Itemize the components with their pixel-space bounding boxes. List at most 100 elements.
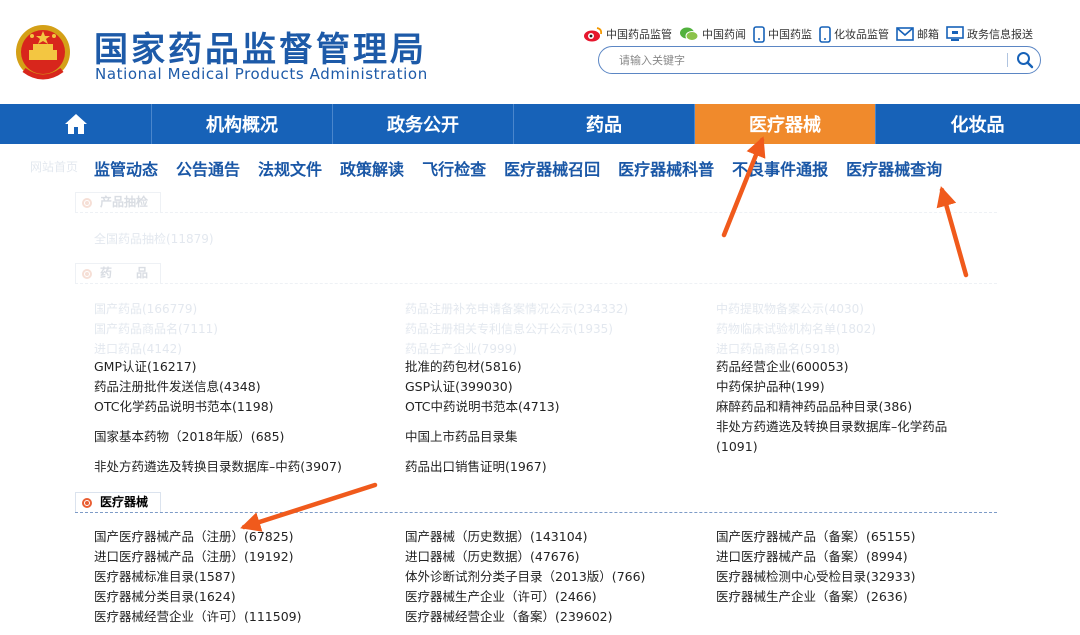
arrow-annotation-icon	[721, 136, 766, 238]
device-link[interactable]: 进口器械（历史数据）(47676)	[405, 547, 580, 567]
nav-home[interactable]	[0, 104, 152, 144]
device-link[interactable]: 医疗器械分类目录(1624)	[94, 587, 236, 607]
top-link-label: 邮箱	[917, 28, 939, 41]
sub-nav: 监管动态 公告通告 法规文件 政策解读 飞行检查 医疗器械召回 医疗器械科普 不…	[94, 156, 960, 180]
breadcrumb[interactable]: 网站首页	[30, 158, 78, 175]
drug-link[interactable]: 中国上市药品目录集	[405, 427, 518, 447]
subnav-adverse-events[interactable]: 不良事件通报	[732, 156, 828, 180]
subnav-device-query[interactable]: 医疗器械查询	[846, 156, 942, 180]
drug-link[interactable]: 中药提取物备案公示(4030)	[716, 300, 864, 317]
drug-link[interactable]: 进口药品(4142)	[94, 340, 182, 357]
device-link[interactable]: 医疗器械生产企业（备案）(2636)	[716, 587, 908, 607]
site-title: 国家药品监督管理局	[94, 30, 427, 70]
site-header: 国家药品监督管理局 National Medical Products Admi…	[0, 0, 1080, 104]
main-nav: 机构概况 政务公开 药品 医疗器械 化妆品	[0, 104, 1080, 144]
drug-link[interactable]: 国产药品商品名(7111)	[94, 320, 218, 337]
device-link[interactable]: 医疗器械标准目录(1587)	[94, 567, 236, 587]
drug-link[interactable]: 国家基本药物（2018年版）(685)	[94, 427, 284, 447]
drug-link[interactable]: GMP认证(16217)	[94, 357, 197, 377]
subnav-announcements[interactable]: 公告通告	[176, 156, 240, 180]
section-sampling-header: 产品抽检	[75, 192, 997, 214]
top-link-label: 中国药闻	[702, 28, 746, 41]
bullet-icon	[82, 498, 92, 508]
section-tab: 产品抽检	[75, 192, 162, 212]
device-link[interactable]: 国产医疗器械产品（注册）(67825)	[94, 527, 294, 547]
section-drugs-header: 药 品	[75, 263, 997, 285]
device-link[interactable]: 体外诊断试剂分类子目录（2013版）(766)	[405, 567, 645, 587]
device-link[interactable]: 医疗器械生产企业（许可）(2466)	[405, 587, 597, 607]
subnav-policy-interpretation[interactable]: 政策解读	[340, 156, 404, 180]
bullet-icon	[82, 269, 92, 279]
drug-link[interactable]: 药品经营企业(600053)	[716, 357, 848, 377]
search-input[interactable]	[619, 51, 999, 69]
nav-institution[interactable]: 机构概况	[152, 104, 333, 144]
top-link-label: 中国药品监管	[606, 28, 672, 41]
top-link-mobile-cosmetics[interactable]: 化妆品监管	[819, 25, 889, 43]
device-link[interactable]: 医疗器械经营企业（备案）(239602)	[405, 607, 612, 627]
device-link[interactable]: 医疗器械经营企业（许可）(111509)	[94, 607, 301, 627]
top-link-mobile-nmpa[interactable]: 中国药监	[753, 25, 812, 43]
section-divider	[75, 283, 997, 284]
top-link-weibo[interactable]: 中国药品监管	[583, 26, 672, 42]
drug-link[interactable]: 药品出口销售证明(1967)	[405, 457, 547, 477]
device-link[interactable]: 医疗器械检测中心受检目录(32933)	[716, 567, 916, 587]
top-link-mail[interactable]: 邮箱	[896, 26, 939, 42]
subnav-device-recall[interactable]: 医疗器械召回	[504, 156, 600, 180]
top-link-label: 中国药监	[768, 28, 812, 41]
nav-drugs[interactable]: 药品	[514, 104, 695, 144]
drug-link[interactable]: 药品注册相关专利信息公开公示(1935)	[405, 320, 613, 337]
top-link-label: 政务信息报送	[967, 28, 1033, 41]
device-link[interactable]: 进口医疗器械产品（备案）(8994)	[716, 547, 908, 567]
drug-link[interactable]: GSP认证(399030)	[405, 377, 513, 397]
site-title-english: National Medical Products Administration	[95, 65, 428, 83]
drug-link[interactable]: 药品注册批件发送信息(4348)	[94, 377, 261, 397]
drug-link[interactable]: 批准的药包材(5816)	[405, 357, 522, 377]
section-tab: 医疗器械	[75, 492, 162, 512]
drug-link[interactable]: 非处方药遴选及转换目录数据库–中药(3907)	[94, 457, 342, 477]
section-title: 产品抽检	[100, 195, 149, 209]
drug-link[interactable]: OTC中药说明书范本(4713)	[405, 397, 560, 417]
drug-link[interactable]: 中药保护品种(199)	[716, 377, 825, 397]
drug-link[interactable]: 药物临床试验机构名单(1802)	[716, 320, 876, 337]
subnav-regulations[interactable]: 法规文件	[258, 156, 322, 180]
nav-government-affairs[interactable]: 政务公开	[333, 104, 514, 144]
mobile-icon	[819, 25, 831, 43]
top-link-wechat[interactable]: 中国药闻	[679, 26, 746, 42]
section-divider	[75, 512, 997, 513]
drug-link[interactable]: 药品生产企业(7999)	[405, 340, 517, 357]
wechat-icon	[680, 27, 699, 41]
page: 国家药品监督管理局 National Medical Products Admi…	[0, 0, 1080, 635]
subnav-supervision-news[interactable]: 监管动态	[94, 156, 158, 180]
subnav-flight-inspection[interactable]: 飞行检查	[422, 156, 486, 180]
device-link[interactable]: 进口医疗器械产品（注册）(19192)	[94, 547, 294, 567]
drug-link[interactable]: 药品注册补充申请备案情况公示(234332)	[405, 300, 628, 317]
home-icon	[64, 114, 87, 134]
device-link[interactable]: 国产医疗器械产品（备案）(65155)	[716, 527, 916, 547]
drug-link[interactable]: 进口药品商品名(5918)	[716, 340, 840, 357]
weibo-icon	[584, 27, 603, 42]
bullet-icon	[82, 198, 92, 208]
drug-link[interactable]: 非处方药遴选及转换目录数据库–化学药品	[716, 417, 947, 437]
nav-medical-devices[interactable]: 医疗器械	[695, 104, 876, 144]
mail-icon	[896, 27, 914, 41]
top-link-label: 化妆品监管	[834, 28, 889, 41]
section-title: 医疗器械	[100, 495, 149, 509]
top-link-report[interactable]: 政务信息报送	[946, 26, 1033, 42]
search-button[interactable]	[1015, 50, 1035, 70]
subnav-device-science[interactable]: 医疗器械科普	[618, 156, 714, 180]
sampling-item[interactable]: 全国药品抽检(11879)	[94, 230, 214, 247]
section-divider	[75, 212, 997, 213]
search-box	[598, 46, 1041, 74]
section-tab: 药 品	[75, 263, 162, 283]
device-link[interactable]: 国产器械（历史数据）(143104)	[405, 527, 587, 547]
national-emblem-icon[interactable]	[14, 22, 72, 84]
section-devices-header: 医疗器械	[75, 492, 997, 514]
drug-link-count[interactable]: (1091)	[716, 437, 758, 457]
nav-cosmetics[interactable]: 化妆品	[876, 104, 1079, 144]
drug-link[interactable]: 国产药品(166779)	[94, 300, 197, 317]
monitor-icon	[946, 26, 964, 41]
search-divider	[1007, 53, 1008, 67]
drug-link[interactable]: 麻醉药品和精神药品品种目录(386)	[716, 397, 912, 417]
section-title: 药 品	[100, 266, 149, 280]
drug-link[interactable]: OTC化学药品说明书范本(1198)	[94, 397, 274, 417]
